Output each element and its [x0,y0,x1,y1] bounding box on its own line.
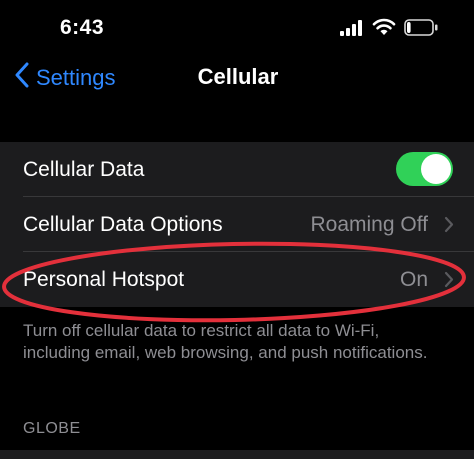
cellular-data-footer-note: Turn off cellular data to restrict all d… [23,321,428,362]
cellular-data-toggle[interactable] [396,152,453,186]
cellular-data-label: Cellular Data [23,157,145,181]
chevron-right-icon [444,271,454,293]
cellular-data-options-row[interactable]: Cellular Data Options Roaming Off [0,197,474,252]
wifi-icon [372,18,396,41]
cellular-settings-group: Cellular Data Cellular Data Options Roam… [0,142,474,307]
status-time: 6:43 [60,16,105,39]
status-bar: 6:43 [0,0,474,56]
personal-hotspot-label: Personal Hotspot [23,267,185,291]
section-header-globe: GLOBE [23,420,81,437]
cellular-data-options-value: Roaming Off [310,212,429,236]
page-title: Cellular [197,64,279,89]
chevron-right-icon [444,216,454,238]
battery-icon [404,19,438,41]
cellular-data-options-label: Cellular Data Options [23,212,223,236]
cellular-signal-icon [340,20,364,41]
toggle-knob [421,154,451,184]
cellular-data-row: Cellular Data [0,142,474,197]
navigation-bar: Settings Cellular [0,56,474,100]
personal-hotspot-value: On [399,267,428,291]
next-settings-group [0,450,474,459]
personal-hotspot-row[interactable]: Personal Hotspot On [0,252,474,307]
